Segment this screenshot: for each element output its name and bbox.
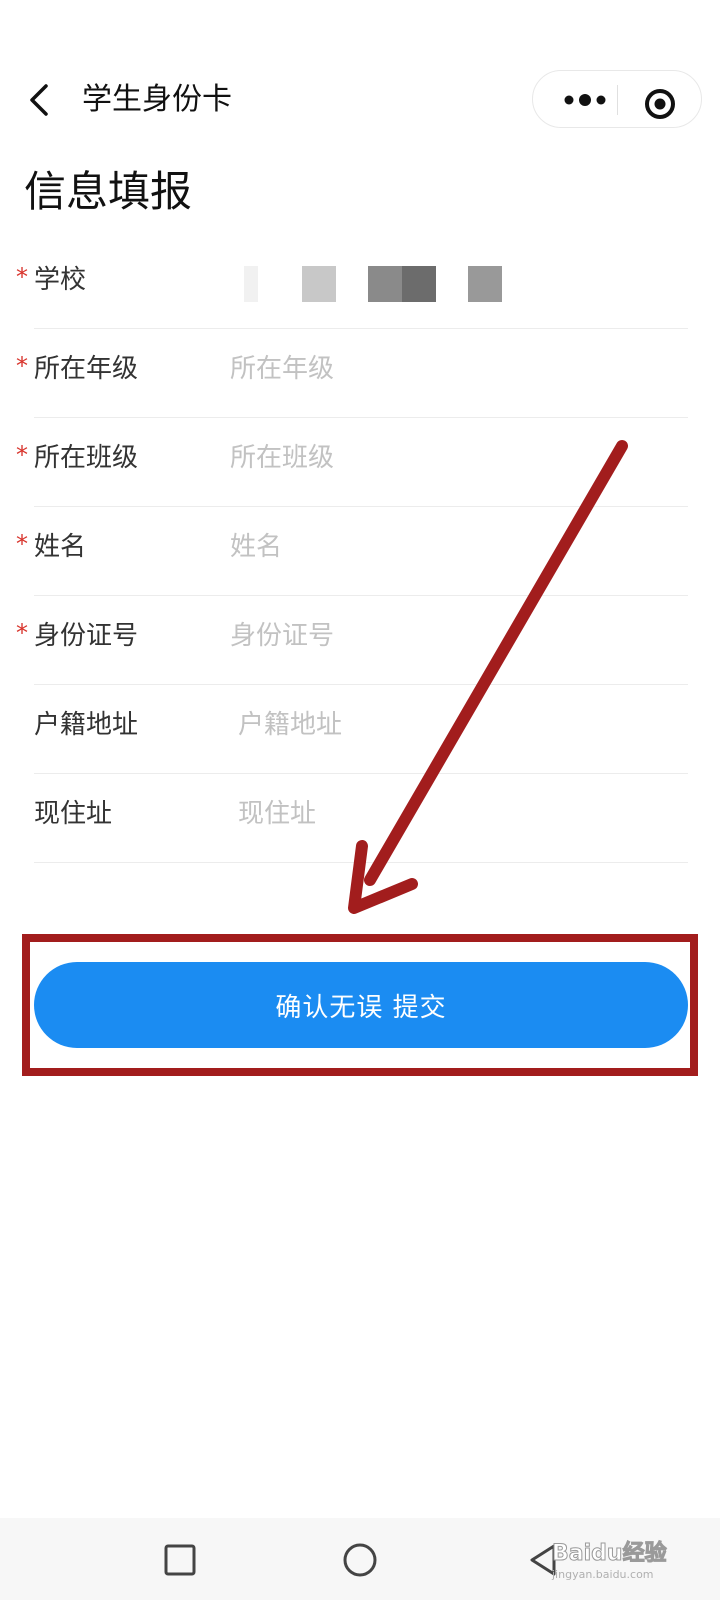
required-mark: * bbox=[16, 530, 28, 558]
school-label: 学校 bbox=[34, 265, 87, 295]
form-row-current-address: 现住址 bbox=[34, 774, 688, 863]
more-button[interactable] bbox=[555, 71, 615, 129]
current-address-label: 现住址 bbox=[34, 799, 113, 829]
form-row-school: * 学校 bbox=[16, 240, 688, 329]
id-number-label: 身份证号 bbox=[34, 621, 139, 651]
required-mark: * bbox=[16, 441, 28, 469]
info-form: * 学校 * 所在年级 * 所在班级 * 姓名 * bbox=[0, 240, 720, 863]
required-mark: * bbox=[16, 263, 28, 291]
name-label: 姓名 bbox=[34, 532, 87, 562]
circle-icon bbox=[343, 1543, 377, 1577]
class-label: 所在班级 bbox=[34, 443, 139, 473]
baidu-watermark-logo: Baidu经验 jingyan.baidu.com bbox=[551, 1540, 667, 1582]
close-mini-program-button[interactable] bbox=[635, 77, 685, 123]
chevron-left-icon bbox=[30, 84, 48, 116]
recents-button[interactable] bbox=[160, 1540, 200, 1580]
home-button[interactable] bbox=[340, 1540, 380, 1580]
required-mark: * bbox=[16, 619, 28, 647]
household-address-label: 户籍地址 bbox=[34, 710, 139, 740]
class-input[interactable] bbox=[230, 436, 670, 480]
page-heading: 信息填报 bbox=[24, 167, 193, 216]
capsule-divider bbox=[617, 85, 618, 115]
mini-program-capsule bbox=[532, 70, 702, 128]
form-row-class: * 所在班级 bbox=[16, 418, 688, 507]
svg-text:Baidu经验: Baidu经验 bbox=[552, 1540, 667, 1566]
grade-label: 所在年级 bbox=[34, 354, 139, 384]
form-row-id-number: * 身份证号 bbox=[16, 596, 688, 685]
grade-input[interactable] bbox=[230, 347, 670, 391]
more-dots-icon bbox=[564, 94, 606, 106]
form-row-grade: * 所在年级 bbox=[16, 329, 688, 418]
back-button[interactable] bbox=[24, 80, 56, 120]
screen: 学生身份卡 信息填报 * 学校 * 所在年级 所在年级 * 所在班级 所在班级 … bbox=[0, 0, 720, 1600]
nav-title: 学生身份卡 bbox=[82, 82, 232, 117]
svg-text:jingyan.baidu.com: jingyan.baidu.com bbox=[551, 1568, 654, 1581]
form-row-household-address: 户籍地址 bbox=[34, 685, 688, 774]
id-number-input[interactable] bbox=[230, 614, 670, 658]
required-mark: * bbox=[16, 352, 28, 380]
name-input[interactable] bbox=[230, 525, 670, 569]
current-address-input[interactable] bbox=[238, 792, 678, 836]
form-row-name: * 姓名 bbox=[16, 507, 688, 596]
submit-button[interactable]: 确认无误 提交 bbox=[34, 962, 688, 1048]
household-address-input[interactable] bbox=[238, 703, 678, 747]
school-value-redacted[interactable] bbox=[244, 266, 502, 302]
target-close-icon bbox=[645, 89, 675, 119]
square-icon bbox=[164, 1544, 196, 1576]
